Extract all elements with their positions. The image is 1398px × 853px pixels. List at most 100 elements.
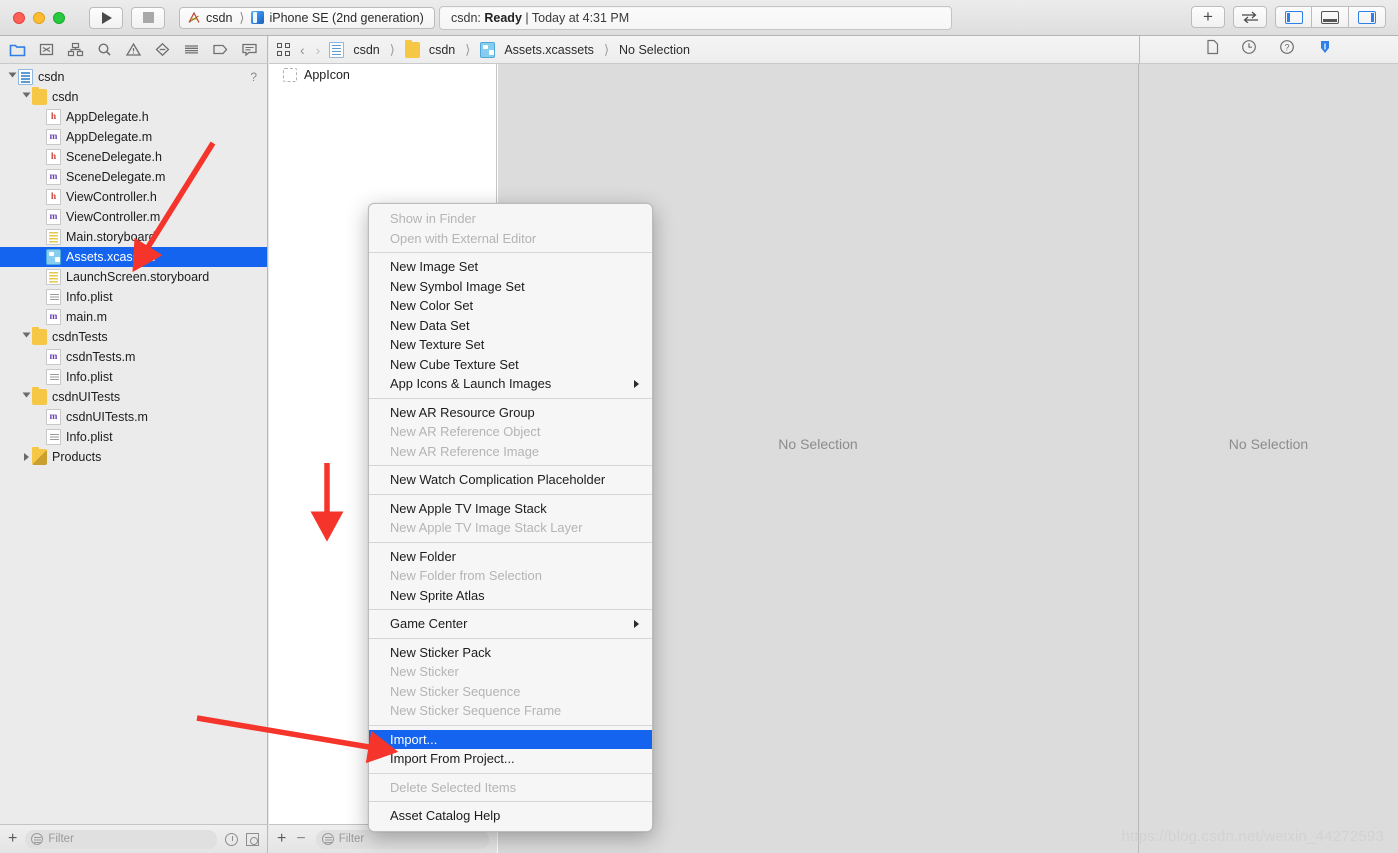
tree-row-appdelegate-m[interactable]: mAppDelegate.m [0,127,267,147]
twirl-spacer [34,251,46,263]
tree-row-products[interactable]: Products [0,447,267,467]
menu-item-import[interactable]: Import... [369,730,652,750]
scheme-device-label: iPhone SE (2nd generation) [269,11,423,25]
breadcrumb-item-group[interactable]: csdn [405,42,455,58]
scheme-selector[interactable]: csdn ⟩ iPhone SE (2nd generation) [179,7,435,29]
add-editor-button[interactable]: + [1191,6,1225,28]
tree-row-csdntests[interactable]: csdnTests [0,327,267,347]
menu-item-import-from-project[interactable]: Import From Project... [369,749,652,769]
menu-item-new-sticker: New Sticker [369,662,652,682]
list-item[interactable]: AppIcon [269,64,496,86]
tree-row-info-plist[interactable]: Info.plist [0,287,267,307]
run-button[interactable] [89,7,123,29]
back-button[interactable]: ‹ [298,42,307,58]
related-items-icon[interactable] [277,43,291,57]
asset-filter-input[interactable]: Filter [316,830,489,849]
project-file-tree[interactable]: csdn?csdnhAppDelegate.hmAppDelegate.mhSc… [0,64,267,824]
tree-row-info-plist[interactable]: Info.plist [0,427,267,447]
navigator-filter-input[interactable]: Filter [25,830,217,849]
tree-row-csdnuitests-m[interactable]: mcsdnUITests.m [0,407,267,427]
breadcrumb-item-selection[interactable]: No Selection [619,43,690,57]
toggle-debug-area-button[interactable] [1312,6,1349,28]
menu-item-label: New Texture Set [390,337,484,352]
tree-row-assets-xcassets[interactable]: Assets.xcassets [0,247,267,267]
menu-item-label: New Watch Complication Placeholder [390,472,605,487]
breadcrumb-item-assets[interactable]: Assets.xcassets [480,42,594,58]
sidebar-item-symbol-navigator[interactable] [62,37,90,63]
tree-row-viewcontroller-h[interactable]: hViewController.h [0,187,267,207]
twirl-spacer [34,411,46,423]
tree-row-main-storyboard[interactable]: Main.storyboard [0,227,267,247]
tab-attributes-inspector[interactable] [1317,39,1333,60]
tree-row-csdn[interactable]: csdn? [0,67,267,87]
toggle-navigator-button[interactable] [1275,6,1312,28]
tree-row-scenedelegate-h[interactable]: hSceneDelegate.h [0,147,267,167]
tab-history-inspector[interactable] [1241,39,1257,60]
tree-row-launchscreen-storyboard[interactable]: LaunchScreen.storyboard [0,267,267,287]
navigator-footer: + Filter [0,824,267,853]
tree-row-main-m[interactable]: mmain.m [0,307,267,327]
tab-quick-help-inspector[interactable]: ? [1279,39,1295,60]
menu-item-new-cube-texture-set[interactable]: New Cube Texture Set [369,355,652,375]
menu-item-new-texture-set[interactable]: New Texture Set [369,335,652,355]
menu-item-new-color-set[interactable]: New Color Set [369,296,652,316]
add-file-button[interactable]: + [8,831,17,847]
tab-file-inspector[interactable] [1206,39,1219,60]
menu-item-new-folder[interactable]: New Folder [369,547,652,567]
menu-item-app-icons-launch-images[interactable]: App Icons & Launch Images [369,374,652,394]
remove-asset-button[interactable]: − [296,831,305,847]
toggle-inspector-button[interactable] [1349,6,1386,28]
sidebar-item-report-navigator[interactable] [235,37,263,63]
menu-item-new-ar-resource-group[interactable]: New AR Resource Group [369,403,652,423]
disclosure-triangle-icon[interactable] [6,71,18,83]
menu-item-new-symbol-image-set[interactable]: New Symbol Image Set [369,277,652,297]
breadcrumb-item-project[interactable]: csdn [329,42,379,58]
inspector-empty-label: No Selection [1229,436,1308,452]
forward-button[interactable]: › [314,42,323,58]
sidebar-item-debug-navigator[interactable] [177,37,205,63]
menu-item-new-sprite-atlas[interactable]: New Sprite Atlas [369,586,652,606]
tree-row-info-plist[interactable]: Info.plist [0,367,267,387]
stop-button[interactable] [131,7,165,29]
tree-row-csdntests-m[interactable]: mcsdnTests.m [0,347,267,367]
sidebar-item-project-navigator[interactable] [4,37,32,63]
source-control-filter-icon[interactable] [246,833,259,846]
minimize-button[interactable] [33,12,45,24]
menu-item-new-image-set[interactable]: New Image Set [369,257,652,277]
disclosure-triangle-icon[interactable] [20,451,32,463]
asset-catalog-context-menu[interactable]: Show in FinderOpen with External EditorN… [368,203,653,832]
recent-files-filter-icon[interactable] [225,833,238,846]
menu-item-game-center[interactable]: Game Center [369,614,652,634]
sidebar-item-test-navigator[interactable] [148,37,176,63]
menu-item-label: New Symbol Image Set [390,279,525,294]
disclosure-triangle-icon[interactable] [20,91,32,103]
menu-item-asset-catalog-help[interactable]: Asset Catalog Help [369,806,652,826]
sidebar-item-breakpoint-navigator[interactable] [206,37,234,63]
zoom-button[interactable] [53,12,65,24]
disclosure-triangle-icon[interactable] [20,331,32,343]
tree-row-csdnuitests[interactable]: csdnUITests [0,387,267,407]
sidebar-item-source-control-navigator[interactable] [33,37,61,63]
tree-row-viewcontroller-m[interactable]: mViewController.m [0,207,267,227]
sidebar-item-find-navigator[interactable] [91,37,119,63]
menu-item-new-apple-tv-image-stack[interactable]: New Apple TV Image Stack [369,499,652,519]
menu-item-new-data-set[interactable]: New Data Set [369,316,652,336]
code-review-button[interactable] [1233,6,1267,28]
menu-item-label: New AR Resource Group [390,405,535,420]
add-asset-button[interactable]: + [277,831,286,847]
tree-row-csdn[interactable]: csdn [0,87,267,107]
disclosure-triangle-icon[interactable] [20,391,32,403]
tree-row-label: Assets.xcassets [66,250,156,264]
project-help-icon[interactable]: ? [250,70,257,84]
tree-row-appdelegate-h[interactable]: hAppDelegate.h [0,107,267,127]
twirl-spacer [34,271,46,283]
close-button[interactable] [13,12,25,24]
sidebar-item-issue-navigator[interactable] [120,37,148,63]
tree-row-scenedelegate-m[interactable]: mSceneDelegate.m [0,167,267,187]
menu-item-new-sticker-pack[interactable]: New Sticker Pack [369,643,652,663]
tree-row-label: ViewController.m [66,210,160,224]
menu-item-new-watch-complication-placeholder[interactable]: New Watch Complication Placeholder [369,470,652,490]
inspector-pane-icon [1358,11,1376,24]
assets-catalog-icon [480,42,495,58]
project-icon [18,69,33,85]
